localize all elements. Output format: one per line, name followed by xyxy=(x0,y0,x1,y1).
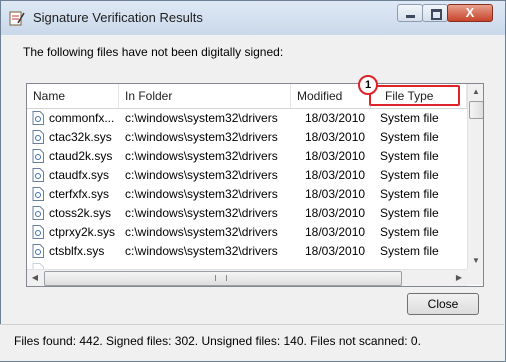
column-header-name[interactable]: Name xyxy=(27,84,119,108)
file-modified: 18/03/2010 xyxy=(305,187,366,201)
close-icon: X xyxy=(465,5,475,20)
file-type: System file xyxy=(380,130,439,144)
scroll-down-arrow-icon[interactable]: ▼ xyxy=(468,253,483,269)
file-type: System file xyxy=(380,244,439,258)
file-name: ctaudfx.sys xyxy=(49,168,110,182)
file-modified: 18/03/2010 xyxy=(305,111,366,125)
table-row[interactable]: ctsblfx.sys c:\windows\system32\drivers … xyxy=(27,242,467,261)
file-type: System file xyxy=(380,111,439,125)
scroll-corner xyxy=(467,269,483,285)
file-modified: 18/03/2010 xyxy=(305,149,366,163)
file-name: ctaud2k.sys xyxy=(49,149,113,163)
horizontal-scrollbar[interactable]: ◀ ▶ xyxy=(27,269,467,286)
status-bar: Files found: 442. Signed files: 302. Uns… xyxy=(0,324,504,361)
system-file-icon xyxy=(32,168,44,182)
table-row[interactable]: ctaud2k.sys c:\windows\system32\drivers … xyxy=(27,147,467,166)
close-button[interactable]: Close xyxy=(407,293,479,315)
grip-icon xyxy=(215,275,227,281)
unsigned-files-list[interactable]: Name In Folder Modified File Type common… xyxy=(26,83,484,287)
title-bar[interactable]: Signature Verification Results X xyxy=(1,1,505,35)
file-type: System file xyxy=(380,187,439,201)
file-type: System file xyxy=(380,225,439,239)
description-text: The following files have not been digita… xyxy=(23,45,284,59)
file-modified: 18/03/2010 xyxy=(305,206,366,220)
file-type: System file xyxy=(380,168,439,182)
file-folder: c:\windows\system32\drivers xyxy=(125,244,278,258)
table-row[interactable]: ctaudfx.sys c:\windows\system32\drivers … xyxy=(27,166,467,185)
minimize-button[interactable] xyxy=(397,4,423,22)
system-file-icon xyxy=(32,149,44,163)
file-modified: 18/03/2010 xyxy=(305,225,366,239)
file-modified: 18/03/2010 xyxy=(305,168,366,182)
file-type: System file xyxy=(380,206,439,220)
file-type: System file xyxy=(380,149,439,163)
system-file-icon xyxy=(32,111,44,125)
file-folder: c:\windows\system32\drivers xyxy=(125,111,278,125)
close-window-button[interactable]: X xyxy=(447,4,493,22)
file-name: cterfxfx.sys xyxy=(49,187,110,201)
system-file-icon xyxy=(32,130,44,144)
maximize-button[interactable] xyxy=(422,4,448,22)
window-title: Signature Verification Results xyxy=(33,10,203,25)
file-folder: c:\windows\system32\drivers xyxy=(125,187,278,201)
table-row[interactable]: ctprxy2k.sys c:\windows\system32\drivers… xyxy=(27,223,467,242)
system-file-icon xyxy=(32,187,44,201)
file-name: ctsblfx.sys xyxy=(49,244,105,258)
system-file-icon xyxy=(32,206,44,220)
table-row[interactable]: cterfxfx.sys c:\windows\system32\drivers… xyxy=(27,185,467,204)
system-file-icon xyxy=(32,225,44,239)
file-folder: c:\windows\system32\drivers xyxy=(125,206,278,220)
horizontal-scroll-thumb[interactable] xyxy=(44,271,402,286)
file-name: ctoss2k.sys xyxy=(49,206,112,220)
file-modified: 18/03/2010 xyxy=(305,130,366,144)
callout-number-badge: 1 xyxy=(358,75,378,95)
file-folder: c:\windows\system32\drivers xyxy=(125,130,278,144)
signature-app-icon xyxy=(9,11,25,26)
status-text: Files found: 442. Signed files: 302. Uns… xyxy=(14,334,421,348)
file-name: ctprxy2k.sys xyxy=(49,225,116,239)
table-row[interactable]: ctac32k.sys c:\windows\system32\drivers … xyxy=(27,128,467,147)
file-folder: c:\windows\system32\drivers xyxy=(125,225,278,239)
file-name: commonfx... xyxy=(49,111,115,125)
file-folder: c:\windows\system32\drivers xyxy=(125,149,278,163)
scroll-right-arrow-icon[interactable]: ▶ xyxy=(451,270,467,286)
vertical-scrollbar[interactable]: ▲ ▼ xyxy=(467,84,483,269)
file-modified: 18/03/2010 xyxy=(305,244,366,258)
table-row[interactable]: commonfx... c:\windows\system32\drivers … xyxy=(27,109,467,128)
column-header-folder[interactable]: In Folder xyxy=(119,84,291,108)
system-file-icon xyxy=(32,244,44,258)
scroll-left-arrow-icon[interactable]: ◀ xyxy=(27,270,43,286)
file-type-highlight-box xyxy=(369,85,460,106)
file-folder: c:\windows\system32\drivers xyxy=(125,168,278,182)
table-row[interactable]: ctoss2k.sys c:\windows\system32\drivers … xyxy=(27,204,467,223)
scroll-up-arrow-icon[interactable]: ▲ xyxy=(468,84,483,100)
table-row-partial[interactable] xyxy=(27,261,467,269)
vertical-scroll-thumb[interactable] xyxy=(469,101,483,119)
file-name: ctac32k.sys xyxy=(49,130,112,144)
